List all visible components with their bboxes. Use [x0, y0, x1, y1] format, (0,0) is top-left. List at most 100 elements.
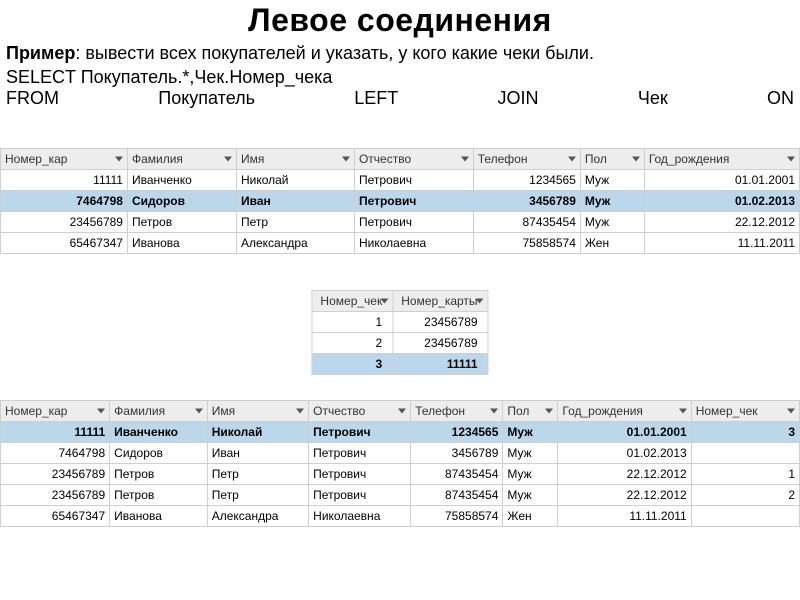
table-cell[interactable]: 1234565 — [473, 170, 580, 191]
table-row[interactable]: 65467347ИвановаАлександраНиколаевна75858… — [1, 233, 800, 254]
dropdown-icon[interactable] — [195, 409, 203, 414]
column-header[interactable]: Пол — [580, 149, 644, 170]
table-cell[interactable]: Петров — [110, 485, 208, 506]
table-cell[interactable]: 22.12.2012 — [558, 464, 691, 485]
table-cell[interactable]: 2 — [312, 333, 393, 354]
table-cell[interactable]: 3 — [691, 422, 799, 443]
table-cell[interactable]: Петрович — [354, 191, 473, 212]
dropdown-icon[interactable] — [296, 409, 304, 414]
table-cell[interactable]: 23456789 — [393, 333, 488, 354]
column-header[interactable]: Номер_чек — [691, 401, 799, 422]
table-cell[interactable]: Иванова — [110, 506, 208, 527]
table-cell[interactable]: 7464798 — [1, 443, 110, 464]
table-cell[interactable]: 65467347 — [1, 506, 110, 527]
table-row[interactable]: 7464798СидоровИванПетрович3456789Муж01.0… — [1, 191, 800, 212]
table-cell[interactable]: Иван — [207, 443, 308, 464]
table-cell[interactable]: Петрович — [354, 212, 473, 233]
column-header[interactable]: Имя — [207, 401, 308, 422]
table-cell[interactable]: 23456789 — [1, 212, 128, 233]
table-cell[interactable]: Муж — [503, 422, 558, 443]
table-cell[interactable]: 3 — [312, 354, 393, 375]
table-cell[interactable] — [691, 506, 799, 527]
table-cell[interactable]: Петров — [127, 212, 236, 233]
table-cell[interactable]: 22.12.2012 — [558, 485, 691, 506]
table-cell[interactable]: Иванченко — [110, 422, 208, 443]
table-cell[interactable]: 1 — [691, 464, 799, 485]
table-cell[interactable]: 2 — [691, 485, 799, 506]
column-header[interactable]: Отчество — [354, 149, 473, 170]
table-row[interactable]: 311111 — [312, 354, 488, 375]
column-header[interactable]: Год_рождения — [558, 401, 691, 422]
dropdown-icon[interactable] — [787, 157, 795, 162]
table-cell[interactable]: Муж — [503, 443, 558, 464]
dropdown-icon[interactable] — [115, 157, 123, 162]
table-row[interactable]: 23456789ПетровПетрПетрович87435454Муж22.… — [1, 212, 800, 233]
table-cell[interactable]: Александра — [236, 233, 354, 254]
column-header[interactable]: Номер_кар — [1, 401, 110, 422]
table-cell[interactable]: Николай — [207, 422, 308, 443]
table-cell[interactable]: 01.01.2001 — [558, 422, 691, 443]
table-cell[interactable]: 7464798 — [1, 191, 128, 212]
table-cell[interactable]: Муж — [580, 212, 644, 233]
table-row[interactable]: 11111ИванченкоНиколайПетрович1234565Муж0… — [1, 422, 800, 443]
column-header[interactable]: Номер_кар — [1, 149, 128, 170]
table-cell[interactable]: 75858574 — [411, 506, 503, 527]
table-cell[interactable]: 23456789 — [393, 312, 488, 333]
table-cell[interactable]: 01.02.2013 — [558, 443, 691, 464]
table-cell[interactable]: Иванова — [127, 233, 236, 254]
table-row[interactable]: 11111ИванченкоНиколайПетрович1234565Муж0… — [1, 170, 800, 191]
table-cell[interactable]: Николай — [236, 170, 354, 191]
table-cell[interactable]: 01.02.2013 — [644, 191, 799, 212]
table-cell[interactable]: Петр — [207, 485, 308, 506]
dropdown-icon[interactable] — [568, 157, 576, 162]
column-header[interactable]: Номер_чек — [312, 291, 393, 312]
table-cell[interactable]: Петрович — [309, 464, 411, 485]
column-header[interactable]: Пол — [503, 401, 558, 422]
dropdown-icon[interactable] — [490, 409, 498, 414]
table-cell[interactable]: 87435454 — [473, 212, 580, 233]
column-header[interactable]: Год_рождения — [644, 149, 799, 170]
table-row[interactable]: 223456789 — [312, 333, 488, 354]
table-cell[interactable]: 87435454 — [411, 485, 503, 506]
table-cell[interactable]: Жен — [580, 233, 644, 254]
dropdown-icon[interactable] — [461, 157, 469, 162]
table-cell[interactable]: Муж — [503, 464, 558, 485]
table-cell[interactable]: 1 — [312, 312, 393, 333]
table-cell[interactable]: Петрович — [309, 422, 411, 443]
table-cell[interactable]: 11111 — [1, 170, 128, 191]
dropdown-icon[interactable] — [787, 409, 795, 414]
table-cell[interactable]: 3456789 — [473, 191, 580, 212]
table-cell[interactable]: 23456789 — [1, 485, 110, 506]
dropdown-icon[interactable] — [398, 409, 406, 414]
table-cell[interactable]: Петрович — [309, 485, 411, 506]
table-cell[interactable]: Николаевна — [309, 506, 411, 527]
table-cell[interactable]: 11.11.2011 — [644, 233, 799, 254]
dropdown-icon[interactable] — [380, 299, 388, 304]
table-cell[interactable]: 11111 — [1, 422, 110, 443]
table-cell[interactable]: 65467347 — [1, 233, 128, 254]
table-row[interactable]: 23456789ПетровПетрПетрович87435454Муж22.… — [1, 485, 800, 506]
table-cell[interactable]: Муж — [503, 485, 558, 506]
dropdown-icon[interactable] — [545, 409, 553, 414]
table-cell[interactable]: 11.11.2011 — [558, 506, 691, 527]
column-header[interactable]: Телефон — [411, 401, 503, 422]
table-cell[interactable]: Муж — [580, 191, 644, 212]
table-cell[interactable]: Петр — [236, 212, 354, 233]
table-cell[interactable]: 3456789 — [411, 443, 503, 464]
table-cell[interactable]: 01.01.2001 — [644, 170, 799, 191]
dropdown-icon[interactable] — [342, 157, 350, 162]
table-cell[interactable]: Жен — [503, 506, 558, 527]
table-cell[interactable] — [691, 443, 799, 464]
table-cell[interactable]: 75858574 — [473, 233, 580, 254]
column-header[interactable]: Номер_карты — [393, 291, 488, 312]
table-cell[interactable]: 11111 — [393, 354, 488, 375]
column-header[interactable]: Телефон — [473, 149, 580, 170]
column-header[interactable]: Фамилия — [127, 149, 236, 170]
table-cell[interactable]: Петров — [110, 464, 208, 485]
dropdown-icon[interactable] — [97, 409, 105, 414]
table-cell[interactable]: Муж — [580, 170, 644, 191]
table-cell[interactable]: Иван — [236, 191, 354, 212]
table-cell[interactable]: Иванченко — [127, 170, 236, 191]
dropdown-icon[interactable] — [224, 157, 232, 162]
table-row[interactable]: 65467347ИвановаАлександраНиколаевна75858… — [1, 506, 800, 527]
